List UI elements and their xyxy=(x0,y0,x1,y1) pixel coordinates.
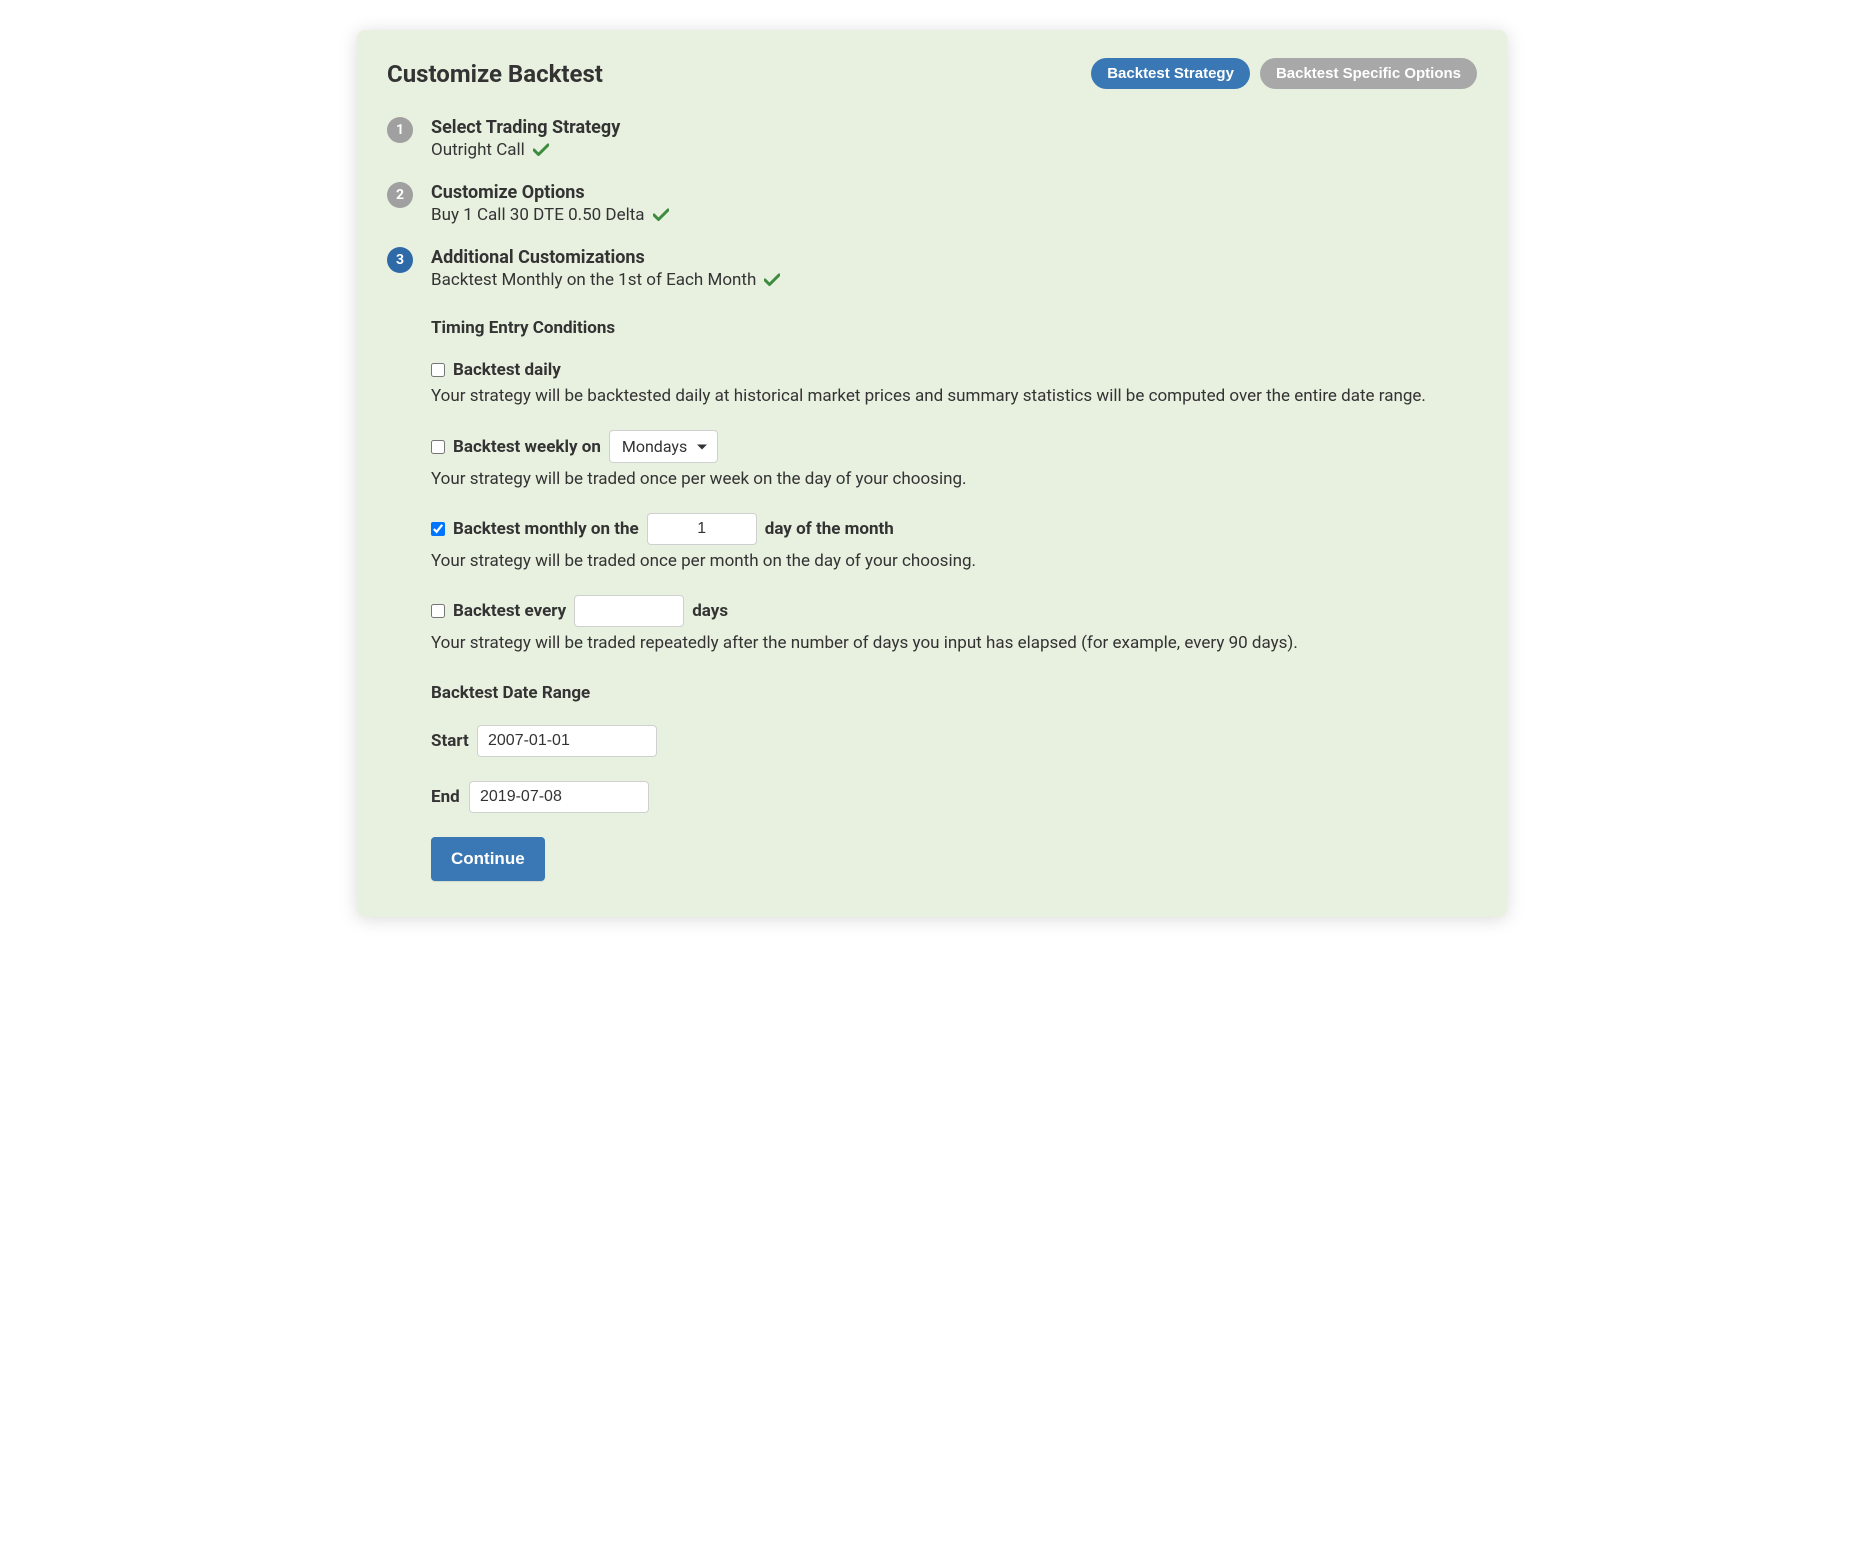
step-2-sub-text: Buy 1 Call 30 DTE 0.50 Delta xyxy=(431,205,645,225)
timing-section: Timing Entry Conditions Backtest daily Y… xyxy=(431,318,1477,881)
step-1-body: Select Trading Strategy Outright Call xyxy=(431,117,1477,160)
option-weekly: Backtest weekly on Mondays Your strategy… xyxy=(431,430,1477,489)
step-3-title: Additional Customizations xyxy=(431,247,1477,268)
step-2-body: Customize Options Buy 1 Call 30 DTE 0.50… xyxy=(431,182,1477,225)
option-every: Backtest every days Your strategy will b… xyxy=(431,595,1477,653)
weekly-label: Backtest weekly on xyxy=(453,437,601,457)
every-desc: Your strategy will be traded repeatedly … xyxy=(431,633,1477,653)
chevron-down-icon xyxy=(697,444,707,449)
option-daily: Backtest daily Your strategy will be bac… xyxy=(431,360,1477,406)
check-icon xyxy=(533,143,549,157)
step-3-sub-text: Backtest Monthly on the 1st of Each Mont… xyxy=(431,270,756,290)
monthly-desc: Your strategy will be traded once per mo… xyxy=(431,551,1477,571)
monthly-day-input[interactable] xyxy=(647,513,757,545)
backtest-card: Customize Backtest Backtest Strategy Bac… xyxy=(357,30,1507,917)
end-label: End xyxy=(431,787,463,807)
backtest-strategy-button[interactable]: Backtest Strategy xyxy=(1091,58,1250,89)
step-3-sub: Backtest Monthly on the 1st of Each Mont… xyxy=(431,270,780,290)
weekly-desc: Your strategy will be traded once per we… xyxy=(431,469,1477,489)
every-label-before: Backtest every xyxy=(453,601,566,621)
pill-group: Backtest Strategy Backtest Specific Opti… xyxy=(1091,58,1477,89)
step-badge-3: 3 xyxy=(387,247,413,273)
option-monthly: Backtest monthly on the day of the month… xyxy=(431,513,1477,571)
step-3: 3 Additional Customizations Backtest Mon… xyxy=(387,247,1477,290)
end-date-row: End xyxy=(431,781,1477,813)
monthly-label-before: Backtest monthly on the xyxy=(453,519,639,539)
monthly-checkbox[interactable] xyxy=(431,522,445,536)
daily-desc: Your strategy will be backtested daily a… xyxy=(431,386,1477,406)
end-date-input[interactable] xyxy=(469,781,649,813)
weekly-day-select[interactable]: Mondays xyxy=(609,430,718,463)
daily-checkbox[interactable] xyxy=(431,363,445,377)
step-1-sub: Outright Call xyxy=(431,140,549,160)
date-range-title: Backtest Date Range xyxy=(431,683,1477,703)
every-checkbox[interactable] xyxy=(431,604,445,618)
step-2: 2 Customize Options Buy 1 Call 30 DTE 0.… xyxy=(387,182,1477,225)
daily-label: Backtest daily xyxy=(453,360,561,380)
step-1: 1 Select Trading Strategy Outright Call xyxy=(387,117,1477,160)
step-1-sub-text: Outright Call xyxy=(431,140,525,160)
weekly-checkbox[interactable] xyxy=(431,440,445,454)
monthly-label-after: day of the month xyxy=(765,519,894,539)
every-label-after: days xyxy=(692,601,728,621)
continue-button[interactable]: Continue xyxy=(431,837,545,881)
check-icon xyxy=(764,273,780,287)
backtest-specific-options-button[interactable]: Backtest Specific Options xyxy=(1260,58,1477,89)
step-3-body: Additional Customizations Backtest Month… xyxy=(431,247,1477,290)
step-badge-2: 2 xyxy=(387,182,413,208)
step-1-title: Select Trading Strategy xyxy=(431,117,1477,138)
weekly-day-selected: Mondays xyxy=(622,437,687,456)
start-date-row: Start xyxy=(431,725,1477,757)
step-2-sub: Buy 1 Call 30 DTE 0.50 Delta xyxy=(431,205,669,225)
timing-title: Timing Entry Conditions xyxy=(431,318,1477,338)
step-badge-1: 1 xyxy=(387,117,413,143)
every-days-input[interactable] xyxy=(574,595,684,627)
start-label: Start xyxy=(431,731,471,751)
card-title: Customize Backtest xyxy=(387,60,603,88)
step-2-title: Customize Options xyxy=(431,182,1477,203)
card-header: Customize Backtest Backtest Strategy Bac… xyxy=(387,58,1477,89)
check-icon xyxy=(653,208,669,222)
start-date-input[interactable] xyxy=(477,725,657,757)
